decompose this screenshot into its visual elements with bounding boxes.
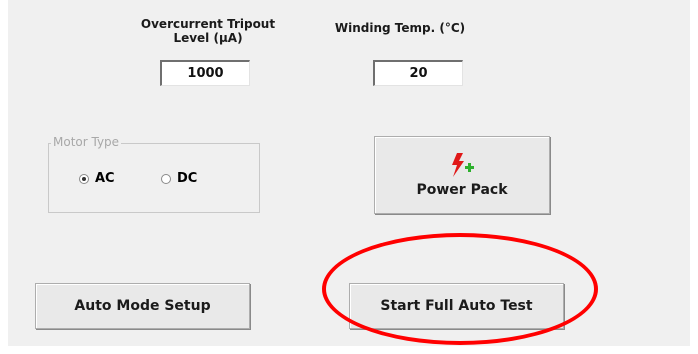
winding-temp-input[interactable]: 20 bbox=[373, 60, 463, 86]
overcurrent-input[interactable]: 1000 bbox=[160, 60, 250, 86]
power-pack-label: Power Pack bbox=[416, 182, 508, 198]
power-pack-button[interactable]: Power Pack bbox=[374, 136, 550, 214]
winding-temp-label: Winding Temp. (°C) bbox=[334, 21, 466, 35]
motor-type-legend: Motor Type bbox=[51, 135, 122, 149]
highlight-oval bbox=[322, 233, 598, 345]
radio-dc-indicator[interactable] bbox=[161, 173, 171, 184]
motor-type-group: Motor Type AC DC bbox=[48, 135, 260, 213]
overcurrent-label: Overcurrent Tripout Level (µA) bbox=[140, 17, 276, 45]
lightning-plus-icon bbox=[448, 152, 476, 178]
auto-mode-setup-button[interactable]: Auto Mode Setup bbox=[35, 283, 250, 329]
radio-ac-label: AC bbox=[95, 171, 115, 186]
radio-ac-indicator[interactable] bbox=[79, 173, 89, 184]
auto-mode-setup-label: Auto Mode Setup bbox=[74, 298, 211, 314]
radio-dc-label: DC bbox=[177, 171, 198, 186]
radio-ac[interactable]: AC bbox=[79, 171, 115, 186]
radio-dc[interactable]: DC bbox=[161, 171, 197, 186]
